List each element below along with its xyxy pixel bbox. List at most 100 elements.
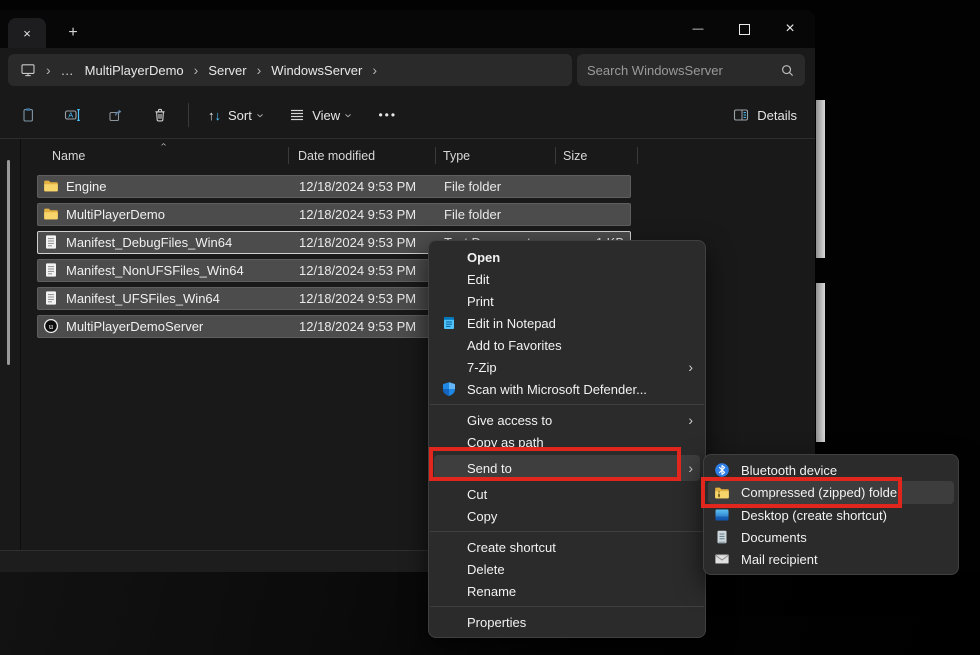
sort-arrows-icon: ↑↓ xyxy=(208,108,221,123)
breadcrumb-item-windowsserver[interactable]: WindowsServer xyxy=(271,63,362,78)
this-pc-icon[interactable] xyxy=(20,62,36,78)
file-name: MultiPlayerDemoServer xyxy=(66,316,203,337)
paste-button[interactable] xyxy=(6,98,50,132)
column-header-type[interactable]: Type xyxy=(443,149,470,163)
view-button[interactable]: View › xyxy=(276,108,364,123)
close-button[interactable]: × xyxy=(767,10,813,48)
clipboard-icon xyxy=(20,107,36,123)
file-row-engine[interactable]: Engine 12/18/2024 9:53 PM File folder xyxy=(37,175,631,198)
column-header-name[interactable]: Name xyxy=(52,149,85,163)
menu-item-add-to-favorites[interactable]: Add to Favorites xyxy=(429,334,705,356)
column-divider[interactable] xyxy=(637,147,638,164)
delete-button[interactable] xyxy=(138,98,182,132)
file-type: File folder xyxy=(444,204,501,225)
view-label: View xyxy=(312,108,340,123)
minimize-button[interactable]: — xyxy=(675,10,721,48)
annotation-highlight-send-to xyxy=(429,447,681,481)
menu-item-copy[interactable]: Copy xyxy=(429,505,705,527)
breadcrumb-overflow-button[interactable]: … xyxy=(61,63,75,78)
menu-item-rename[interactable]: Rename xyxy=(429,580,705,602)
column-header-date-modified[interactable]: Date modified xyxy=(298,149,375,163)
navigation-pane-divider[interactable] xyxy=(20,139,21,550)
rename-icon: A xyxy=(64,107,81,123)
menu-item-give-access-to[interactable]: Give access to› xyxy=(429,409,705,431)
annotation-highlight-compressed-folder xyxy=(701,477,902,508)
background-window-edge xyxy=(816,100,825,258)
maximize-button[interactable] xyxy=(721,10,767,48)
file-name: Manifest_DebugFiles_Win64 xyxy=(66,232,232,253)
menu-item-edit-in-notepad[interactable]: Edit in Notepad xyxy=(429,312,705,334)
address-row: › … MultiPlayerDemo › Server › WindowsSe… xyxy=(0,48,815,92)
submenu-item-documents[interactable]: Documents xyxy=(704,526,958,548)
breadcrumb-item-multiplayerdemo[interactable]: MultiPlayerDemo xyxy=(85,63,184,78)
text-document-icon xyxy=(43,290,59,306)
file-date: 12/18/2024 9:53 PM xyxy=(299,316,416,337)
file-name: Manifest_UFSFiles_Win64 xyxy=(66,288,220,309)
sort-ascending-icon: › xyxy=(158,143,169,146)
file-date: 12/18/2024 9:53 PM xyxy=(299,204,416,225)
menu-separator xyxy=(430,404,704,405)
file-date: 12/18/2024 9:53 PM xyxy=(299,176,416,197)
search-placeholder: Search WindowsServer xyxy=(587,63,723,78)
new-tab-button[interactable]: + xyxy=(60,18,86,48)
see-more-button[interactable]: ••• xyxy=(364,108,411,122)
menu-item-properties[interactable]: Properties xyxy=(429,611,705,633)
sort-label: Sort xyxy=(228,108,252,123)
submenu-arrow-icon: › xyxy=(688,360,693,374)
column-divider[interactable] xyxy=(288,147,289,164)
tab-bar: × + — × xyxy=(0,10,815,48)
file-row-multiplayerdemo[interactable]: MultiPlayerDemo 12/18/2024 9:53 PM File … xyxy=(37,203,631,226)
chevron-down-icon: › xyxy=(343,113,356,117)
explorer-tab[interactable]: × xyxy=(8,18,46,48)
file-name: MultiPlayerDemo xyxy=(66,204,165,225)
maximize-icon xyxy=(739,24,750,35)
notepad-icon xyxy=(441,315,457,331)
sort-button[interactable]: ↑↓ Sort › xyxy=(195,108,276,123)
details-pane-button[interactable]: Details xyxy=(733,107,797,123)
menu-item-edit[interactable]: Edit xyxy=(429,268,705,290)
menu-item-print[interactable]: Print xyxy=(429,290,705,312)
documents-icon xyxy=(714,529,730,545)
file-date: 12/18/2024 9:53 PM xyxy=(299,288,416,309)
share-button[interactable] xyxy=(94,98,138,132)
tab-close-icon[interactable]: × xyxy=(23,26,31,41)
breadcrumb-item-server[interactable]: Server xyxy=(208,63,246,78)
toolbar-divider xyxy=(188,103,189,127)
menu-separator xyxy=(430,531,704,532)
unreal-engine-icon: u xyxy=(43,318,59,334)
menu-item-delete[interactable]: Delete xyxy=(429,558,705,580)
minimize-icon: — xyxy=(693,23,704,35)
view-lines-icon xyxy=(289,108,305,122)
send-to-submenu: Bluetooth device Compressed (zipped) fol… xyxy=(703,454,959,575)
submenu-arrow-icon: › xyxy=(688,461,693,475)
plus-icon: + xyxy=(68,24,77,42)
trash-icon xyxy=(152,107,168,123)
desktop-icon xyxy=(714,507,730,523)
menu-item-scan-with-defender[interactable]: Scan with Microsoft Defender... xyxy=(429,378,705,400)
breadcrumb[interactable]: › … MultiPlayerDemo › Server › WindowsSe… xyxy=(8,54,572,86)
column-divider[interactable] xyxy=(435,147,436,164)
search-icon[interactable] xyxy=(780,63,795,78)
chevron-right-icon: › xyxy=(46,63,51,77)
navigation-pane-scrollbar[interactable] xyxy=(7,160,10,365)
close-icon: × xyxy=(785,20,794,38)
chevron-right-icon: › xyxy=(257,63,262,77)
details-label: Details xyxy=(757,108,797,123)
menu-item-7zip[interactable]: 7-Zip› xyxy=(429,356,705,378)
menu-item-open[interactable]: Open xyxy=(429,246,705,268)
submenu-item-mail-recipient[interactable]: Mail recipient xyxy=(704,548,958,570)
menu-item-create-shortcut[interactable]: Create shortcut xyxy=(429,536,705,558)
file-date: 12/18/2024 9:53 PM xyxy=(299,260,416,281)
rename-button[interactable]: A xyxy=(50,98,94,132)
column-divider[interactable] xyxy=(555,147,556,164)
background-window-edge xyxy=(816,283,825,442)
svg-text:A: A xyxy=(68,111,73,120)
bluetooth-icon xyxy=(714,462,730,478)
folder-icon xyxy=(43,206,59,222)
column-header-size[interactable]: Size xyxy=(563,149,587,163)
menu-item-cut[interactable]: Cut xyxy=(429,483,705,505)
chevron-down-icon: › xyxy=(255,113,268,117)
file-type: File folder xyxy=(444,176,501,197)
file-date: 12/18/2024 9:53 PM xyxy=(299,232,416,253)
search-input[interactable]: Search WindowsServer xyxy=(577,54,805,86)
